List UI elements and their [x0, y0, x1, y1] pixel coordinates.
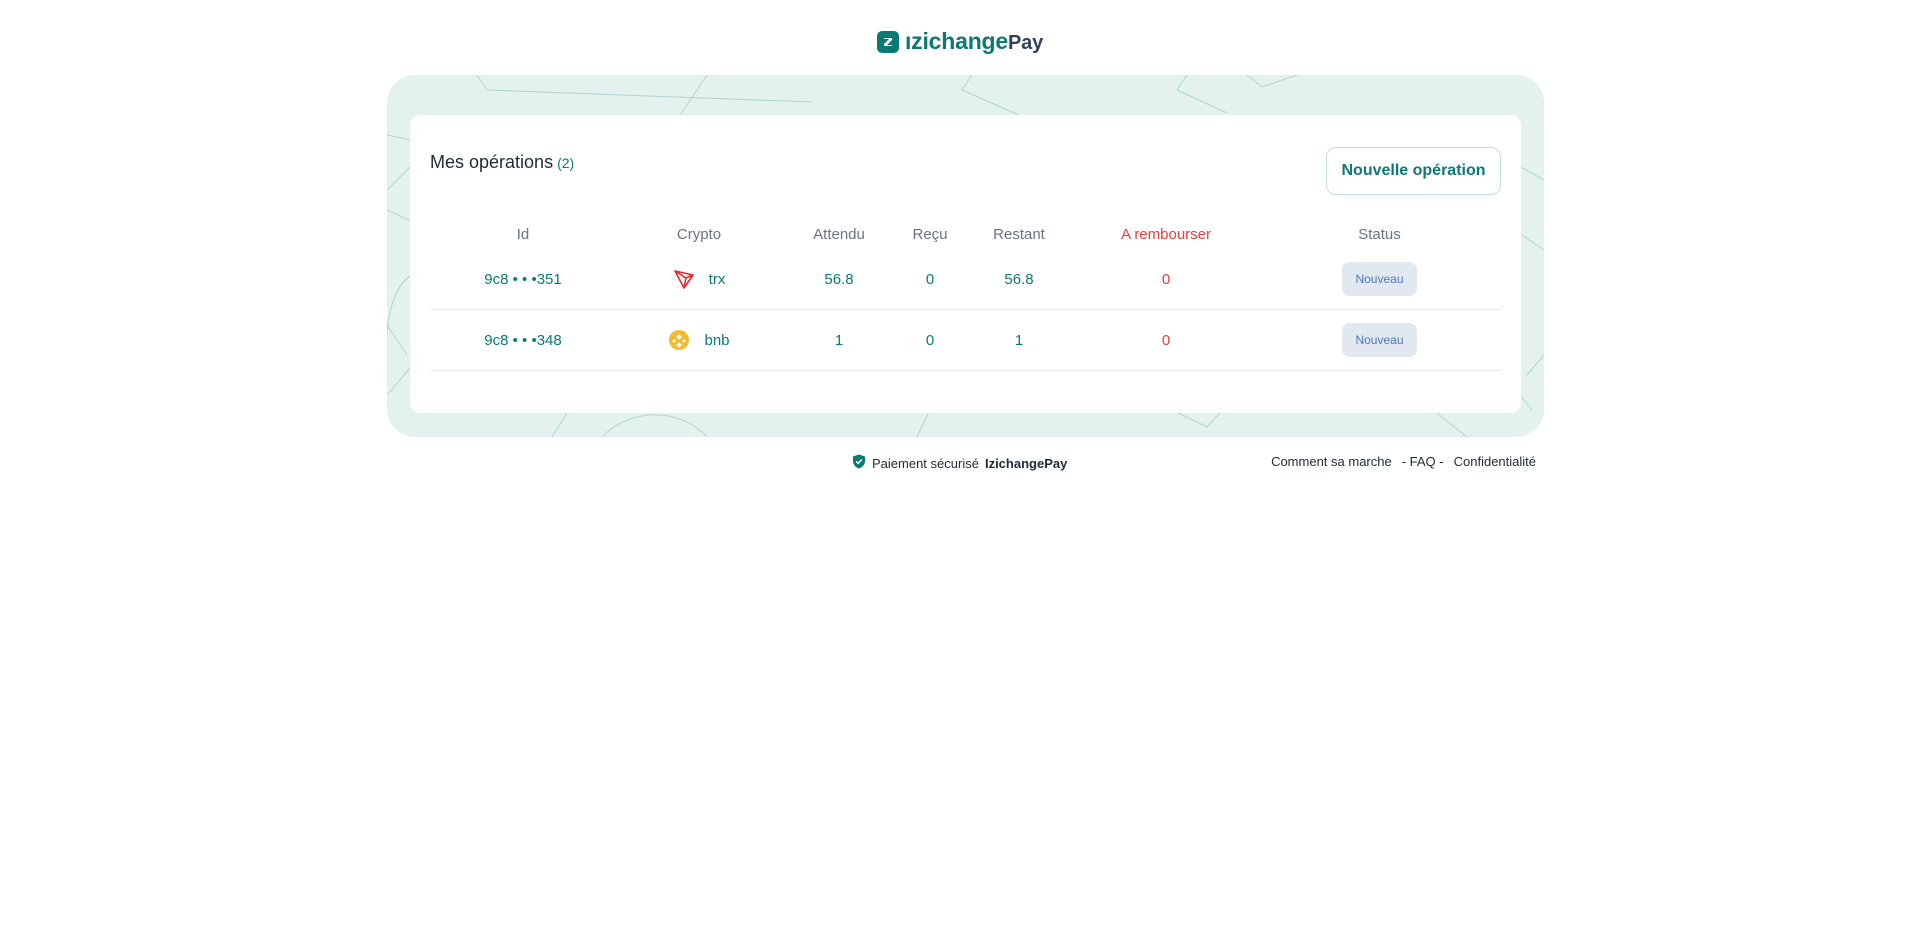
- secure-payment-brand: IzichangePay: [984, 455, 1068, 471]
- secure-payment-text: Paiement sécurisé: [872, 455, 979, 471]
- column-header-recu: Reçu: [912, 225, 948, 243]
- column-header-crypto: Crypto: [676, 225, 722, 243]
- logo-wordmark: ızichangePay: [905, 28, 1043, 55]
- column-header-rembourser: A rembourser: [1120, 225, 1212, 243]
- how-it-works-link[interactable]: Comment sa marche: [1271, 454, 1392, 469]
- brand-logo[interactable]: ızichangePay: [0, 28, 1920, 55]
- status-badge: Nouveau: [1342, 262, 1417, 296]
- bnb-icon: [668, 329, 690, 351]
- column-header-attendu: Attendu: [813, 225, 865, 243]
- status-cell: Nouveau: [1258, 262, 1501, 296]
- secure-payment-note: Paiement sécurisé IzichangePay: [852, 454, 1067, 472]
- amount-rembourser: 0: [1161, 270, 1171, 288]
- faq-link[interactable]: - FAQ -: [1402, 454, 1444, 469]
- amount-recu: 0: [925, 331, 935, 349]
- operation-id[interactable]: 9c8 • • •351: [430, 271, 616, 288]
- status-cell: Nouveau: [1258, 323, 1501, 357]
- operation-id[interactable]: 9c8 • • •348: [430, 332, 616, 349]
- table-row[interactable]: 9c8 • • •348 bnb 1 0 1 0 Nouveau: [430, 310, 1501, 371]
- amount-restant: 56.8: [1004, 270, 1034, 288]
- logo-mark-icon: [876, 30, 899, 53]
- table-row[interactable]: 9c8 • • •351 trx 56.8 0 56.8 0 Nouveau: [430, 249, 1501, 310]
- operations-frame: Mes opérations (2) Nouvelle opération Id …: [387, 75, 1544, 437]
- amount-attendu: 56.8: [824, 270, 854, 288]
- status-badge: Nouveau: [1342, 323, 1417, 357]
- crypto-symbol: trx: [708, 270, 726, 288]
- operations-count: (2): [557, 155, 575, 171]
- amount-attendu: 1: [834, 331, 844, 349]
- operations-card: Mes opérations (2) Nouvelle opération Id …: [410, 115, 1521, 413]
- crypto-cell: trx: [616, 268, 782, 290]
- column-header-status: Status: [1358, 225, 1401, 243]
- column-header-id: Id: [516, 225, 530, 243]
- logo-wordmark-izi: ızichange: [904, 28, 1008, 54]
- operations-title: Mes opérations (2): [430, 152, 574, 173]
- shield-check-icon: [852, 454, 866, 472]
- privacy-link[interactable]: Confidentialité: [1454, 454, 1536, 469]
- amount-restant: 1: [1014, 331, 1024, 349]
- amount-rembourser: 0: [1161, 331, 1171, 349]
- logo-wordmark-pay: Pay: [1008, 32, 1043, 54]
- new-operation-button[interactable]: Nouvelle opération: [1326, 147, 1501, 195]
- column-header-restant: Restant: [993, 225, 1045, 243]
- table-header: Id Crypto Attendu Reçu Restant A rembour…: [430, 219, 1501, 249]
- operations-table: Id Crypto Attendu Reçu Restant A rembour…: [430, 219, 1501, 371]
- tron-icon: [673, 268, 695, 290]
- footer-links: Comment sa marche - FAQ - Confidentialit…: [1271, 454, 1536, 469]
- amount-recu: 0: [925, 270, 935, 288]
- crypto-symbol: bnb: [704, 331, 730, 349]
- operations-title-text: Mes opérations: [430, 152, 554, 172]
- crypto-cell: bnb: [616, 329, 782, 351]
